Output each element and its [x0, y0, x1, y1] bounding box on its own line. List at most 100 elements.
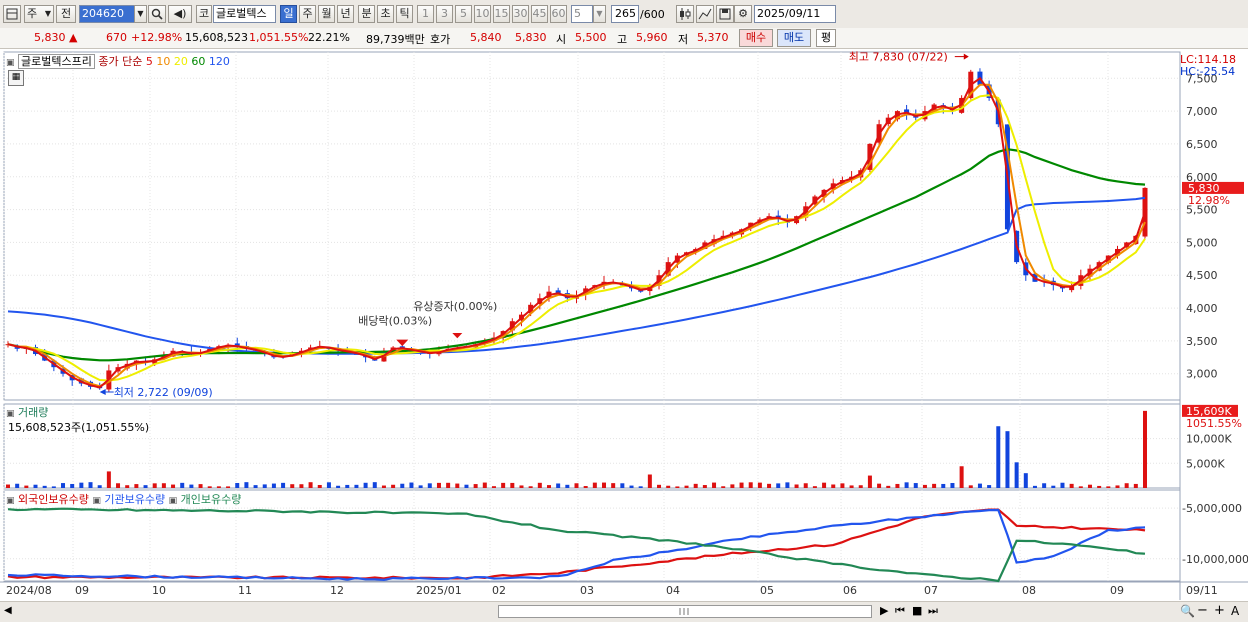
save-icon[interactable]	[716, 5, 734, 23]
interval-3[interactable]: 3	[436, 5, 453, 23]
interval-5[interactable]: 5	[455, 5, 472, 23]
prev-button[interactable]: 전	[56, 5, 76, 23]
sell-button[interactable]: 매도	[777, 29, 811, 47]
x-tick-label: 05	[760, 584, 774, 597]
x-tick-label: 02	[492, 584, 506, 597]
x-tick-label: 03	[580, 584, 594, 597]
tab-week[interactable]: 주	[299, 5, 316, 23]
turnover: 22.21%	[308, 31, 350, 44]
date-input[interactable]: 2025/09/11	[754, 5, 836, 23]
interval-15[interactable]: 15	[493, 5, 510, 23]
draw-line-icon[interactable]	[696, 5, 714, 23]
quote-bar: 5,830 ▲ 670 +12.98% 15,608,523 1,051.55%…	[0, 28, 1248, 49]
scroll-thumb[interactable]	[498, 605, 872, 618]
ma-periods: 5 10 20 60 120	[146, 55, 230, 68]
tab-month[interactable]: 월	[318, 5, 335, 23]
volume-bar	[61, 483, 66, 488]
volume-bar	[739, 482, 744, 488]
stock-code-input[interactable]: 204620	[79, 5, 135, 23]
chart-area[interactable]: 7,500 7,000 6,500 6,000 5,500 5,000 4,500 4,000…	[0, 48, 1248, 621]
volume-bar	[216, 486, 221, 488]
market-button[interactable]: 코	[196, 5, 212, 23]
volume-bar	[189, 484, 194, 488]
volume-bar	[51, 486, 56, 488]
period-selector[interactable]: 주 ▼	[24, 5, 54, 23]
volume-bar	[592, 482, 597, 488]
interval-dropdown-icon[interactable]: ▼	[593, 5, 606, 23]
search-icon[interactable]	[148, 5, 166, 23]
scroll-left-icon[interactable]: ◀	[4, 605, 12, 616]
volume-bar	[491, 486, 496, 488]
panel-handle-icon[interactable]: ▣	[6, 58, 15, 68]
tab-minute[interactable]: 분	[358, 5, 375, 23]
interval-value-input[interactable]: 5	[571, 5, 593, 23]
ma-title: 종가 단순	[98, 55, 143, 68]
panel-handle-icon: ▣	[92, 496, 101, 506]
ma-period-60: 60	[187, 55, 206, 68]
volume-bar	[482, 482, 487, 488]
zoom-in-icon[interactable]: +	[1214, 603, 1225, 618]
volume-bar	[1106, 486, 1111, 488]
interval-60[interactable]: 60	[550, 5, 567, 23]
interval-45[interactable]: 45	[531, 5, 548, 23]
candle-style-icon[interactable]	[676, 5, 694, 23]
speaker-icon[interactable]: ◀)	[168, 5, 192, 23]
panel-handle-icon[interactable]: ▣	[6, 409, 15, 419]
scroll-right-icon[interactable]: ▶	[880, 604, 888, 617]
volume-bar	[785, 482, 790, 488]
fast-forward-icon[interactable]: ⏭	[928, 604, 938, 618]
ma-period-20: 20	[170, 55, 188, 68]
zoom-search-icon[interactable]: 🔍	[1180, 604, 1195, 618]
volume-bar	[116, 483, 121, 488]
volume-bar	[1023, 473, 1028, 488]
y-tick-label: 6,500	[1186, 138, 1218, 151]
interval-1[interactable]: 1	[417, 5, 434, 23]
volume-bar	[867, 475, 872, 488]
volume-bar	[748, 482, 753, 488]
tab-day[interactable]: 일	[280, 5, 297, 23]
x-end-label: 09/11	[1186, 584, 1218, 597]
panel-handle-icon[interactable]: ▣	[6, 496, 15, 506]
volume-bar	[977, 483, 982, 488]
volume-bar	[33, 484, 38, 488]
calculator-icon[interactable]: ▦	[8, 70, 24, 86]
volume-bar	[436, 482, 441, 488]
price-panel-legend: ▣ 글로벌텍스프리 종가 단순 5 10 20 60 120	[6, 53, 230, 69]
code-dropdown-icon[interactable]: ▼	[134, 5, 147, 23]
volume-bar	[473, 484, 478, 488]
interval-30[interactable]: 30	[512, 5, 529, 23]
volume-bar	[932, 483, 937, 488]
zoom-out-icon[interactable]: −	[1197, 603, 1208, 618]
foreign-holdings-label: 외국인보유수량	[18, 493, 89, 506]
window-layout-icon[interactable]	[3, 5, 21, 23]
volume-bar	[6, 484, 10, 488]
chart-canvas[interactable]: 7,5007,0006,5006,0005,5005,0004,5004,000…	[0, 48, 1248, 601]
y-tick-label: 3,000	[1186, 368, 1218, 381]
volume-bar	[88, 482, 93, 488]
rewind-icon[interactable]: ⏮	[895, 604, 905, 618]
interval-10[interactable]: 10	[474, 5, 491, 23]
x-tick-label: 09	[75, 584, 89, 597]
volume-bar	[326, 482, 331, 488]
tab-second[interactable]: 초	[377, 5, 394, 23]
panel-handle-icon: ▣	[168, 496, 178, 506]
holdings-y-tick: -5,000,000	[1182, 502, 1242, 515]
volume-bar	[666, 485, 671, 488]
volume-bar	[657, 484, 662, 488]
tab-year[interactable]: 년	[337, 5, 354, 23]
volume-bar	[244, 482, 249, 488]
stock-name-field: 글로벌텍스	[213, 5, 276, 23]
gear-icon[interactable]: ⚙	[734, 5, 752, 23]
volume-bar	[757, 482, 762, 488]
tab-tick[interactable]: 틱	[396, 5, 413, 23]
font-size-icon[interactable]: A	[1231, 604, 1239, 618]
y-tick-label: 4,500	[1186, 269, 1218, 282]
volume-bar	[363, 482, 368, 488]
eval-button[interactable]: 평	[816, 29, 836, 47]
stop-icon[interactable]: ■	[912, 604, 922, 617]
volume-bar	[391, 484, 396, 488]
volume-bar	[767, 483, 772, 488]
buy-button[interactable]: 매수	[739, 29, 773, 47]
chart-scrollbar[interactable]: ◀ ▶ ⏮ ■ ⏭ 🔍 − + A	[0, 601, 1248, 622]
count-input[interactable]: 265	[611, 5, 639, 23]
